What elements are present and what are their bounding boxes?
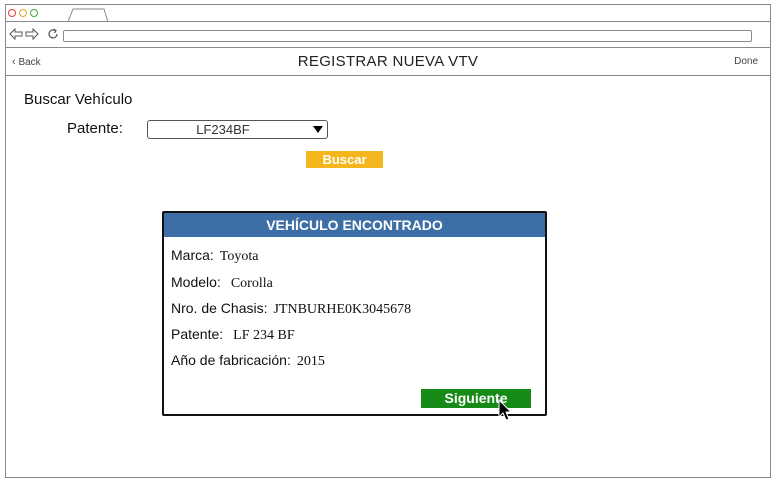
next-button[interactable]: Siguiente	[421, 389, 531, 408]
field-label: Año de fabricación:	[171, 352, 291, 368]
field-value: JTNBURHE0K3045678	[273, 302, 412, 317]
field-value: LF 234 BF	[233, 328, 295, 343]
reload-icon[interactable]	[47, 28, 59, 40]
field-value: Toyota	[219, 249, 259, 264]
mouse-pointer-icon	[498, 399, 513, 421]
patente-label: Patente:	[67, 120, 123, 137]
field-row-modelo: Modelo: Corolla	[171, 274, 273, 292]
chevron-down-icon	[313, 126, 323, 133]
field-value: 2015	[296, 354, 325, 369]
field-label: Marca:	[171, 247, 214, 263]
field-value: Corolla	[230, 276, 273, 291]
back-arrow-icon[interactable]	[9, 28, 23, 40]
field-row-chasis: Nro. de Chasis: JTNBURHE0K3045678	[171, 300, 411, 318]
address-bar-row	[6, 22, 770, 48]
forward-arrow-icon[interactable]	[25, 28, 39, 40]
card-header: VEHÍCULO ENCONTRADO	[164, 213, 545, 237]
done-button[interactable]: Done	[734, 56, 758, 67]
patente-select[interactable]: LF234BF	[147, 120, 328, 139]
search-button[interactable]: Buscar	[306, 151, 383, 168]
window-titlebar	[6, 5, 770, 22]
field-row-patente: Patente: LF 234 BF	[171, 326, 295, 344]
minimize-window-icon[interactable]	[19, 9, 27, 17]
field-label: Patente:	[171, 326, 224, 342]
browser-tab[interactable]	[68, 8, 108, 22]
url-input[interactable]	[63, 30, 752, 42]
app-header: ‹ Back REGISTRAR NUEVA VTV Done	[6, 48, 770, 76]
vehicle-result-card: VEHÍCULO ENCONTRADO Marca: Toyota Modelo:…	[162, 211, 547, 416]
close-window-icon[interactable]	[8, 9, 16, 17]
field-label: Nro. de Chasis:	[171, 300, 268, 316]
search-section-title: Buscar Vehículo	[24, 91, 133, 108]
maximize-window-icon[interactable]	[30, 9, 38, 17]
field-row-marca: Marca: Toyota	[171, 247, 258, 265]
field-row-anio: Año de fabricación: 2015	[171, 352, 325, 370]
page-title: REGISTRAR NUEVA VTV	[297, 53, 479, 70]
patente-select-value: LF234BF	[196, 122, 250, 137]
field-label: Modelo:	[171, 274, 221, 290]
